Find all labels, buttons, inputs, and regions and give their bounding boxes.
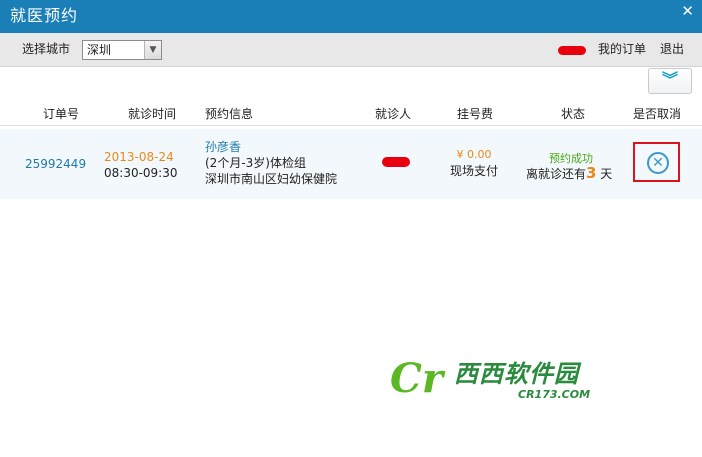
hospital-name: 深圳市南山区妇幼保健院 [205, 172, 338, 186]
table-row: 25992449 2013-08-24 08:30-09:30 孙彦香 (2个月… [0, 129, 702, 199]
window-title-bar: 就医预约 ✕ [0, 0, 702, 33]
visit-date: 2013-08-24 [104, 150, 174, 164]
patient-name-link[interactable]: 孙彦香 [205, 139, 241, 155]
my-orders-link[interactable]: 我的订单 [598, 41, 646, 57]
header-fee: 挂号费 [457, 107, 494, 121]
close-icon[interactable]: ✕ [681, 2, 694, 20]
expand-button[interactable]: ︾ [648, 68, 692, 94]
registration-fee: ¥ 0.00 [456, 148, 492, 161]
logout-link[interactable]: 退出 [660, 41, 684, 57]
header-patient: 就诊人 [375, 107, 412, 121]
patient-redacted [382, 157, 410, 167]
header-cancel: 是否取消 [633, 107, 682, 121]
header-visit-time: 就诊时间 [128, 107, 177, 121]
days-suffix: 天 [600, 167, 613, 181]
visit-time: 08:30-09:30 [104, 166, 178, 180]
payment-method: 现场支付 [450, 164, 499, 178]
table-header: 订单号 就诊时间 预约信息 就诊人 挂号费 状态 是否取消 [0, 102, 702, 126]
toolbar: 选择城市 深圳 ▼ 我的订单 退出 [0, 33, 702, 67]
city-select[interactable]: 深圳 ▼ [82, 40, 162, 60]
watermark-logo: Cr 西西软件园 CR173.COM [390, 356, 632, 410]
order-id: 25992449 [25, 157, 87, 171]
watermark-cr: Cr [390, 355, 443, 402]
city-select-value: 深圳 [87, 43, 112, 57]
window-title: 就医预约 [10, 6, 79, 25]
cancel-highlight-box: ✕ [633, 142, 680, 182]
watermark-url: CR173.COM [518, 388, 591, 401]
header-status: 状态 [561, 107, 586, 121]
city-label: 选择城市 [22, 42, 71, 56]
booking-description: (2个月-3岁)体检组 [205, 156, 306, 170]
watermark-name: 西西软件园 [454, 360, 579, 388]
days-count: 3 [586, 164, 597, 182]
cancel-icon[interactable]: ✕ [647, 152, 669, 174]
header-booking-info: 预约信息 [205, 107, 254, 121]
days-prefix: 离就诊还有 [526, 167, 587, 181]
header-order-id: 订单号 [43, 107, 80, 121]
double-chevron-down-icon: ︾ [661, 70, 678, 89]
chevron-down-icon[interactable]: ▼ [144, 41, 161, 59]
days-remaining: 离就诊还有3 天 [526, 165, 612, 182]
username-redacted [558, 46, 586, 55]
